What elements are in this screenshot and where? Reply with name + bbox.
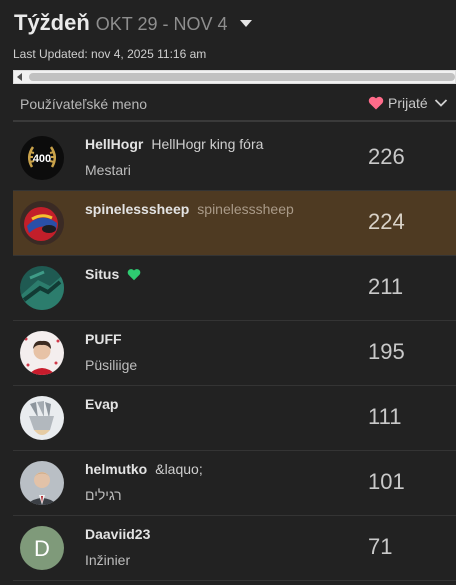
avatar[interactable] bbox=[20, 331, 64, 375]
table-row[interactable]: 400 HellHogr HellHogr king fóra Mestari 2… bbox=[13, 126, 456, 191]
column-received[interactable]: Prijaté bbox=[368, 95, 448, 111]
avatar[interactable] bbox=[20, 266, 64, 310]
avatar-letter: D bbox=[34, 536, 50, 561]
racing-helmet-icon bbox=[20, 201, 64, 245]
username-link[interactable]: Situs bbox=[85, 266, 141, 282]
username: HellHogr bbox=[85, 136, 144, 152]
column-username[interactable]: Používateľské meno bbox=[20, 96, 147, 112]
received-count: 111 bbox=[368, 404, 402, 429]
portrait-suit-icon bbox=[20, 461, 64, 505]
username-link[interactable]: Evap bbox=[85, 396, 118, 412]
green-heart-icon bbox=[127, 269, 141, 281]
armored-hand-icon bbox=[20, 396, 64, 440]
received-count: 211 bbox=[368, 274, 404, 299]
received-count: 226 bbox=[368, 144, 405, 169]
avatar[interactable] bbox=[20, 396, 64, 440]
username-link[interactable]: Daaviid23 bbox=[85, 526, 150, 542]
heart-icon bbox=[368, 96, 384, 110]
received-count: 224 bbox=[368, 209, 405, 234]
username: helmutko bbox=[85, 461, 148, 477]
table-row[interactable]: helmutko &laquo; רגילים 101 bbox=[13, 451, 456, 516]
user-rank: רגילים bbox=[85, 487, 122, 503]
username-link[interactable]: HellHogr HellHogr king fóra bbox=[85, 136, 263, 152]
table-header: Používateľské meno Prijaté bbox=[13, 88, 456, 122]
chevron-down-icon[interactable] bbox=[434, 98, 448, 108]
date-range: OKT 29 - NOV 4 bbox=[95, 14, 228, 34]
portrait-red-jacket-icon bbox=[20, 331, 64, 375]
username-link[interactable]: PUFF bbox=[85, 331, 122, 347]
avatar[interactable]: 400 bbox=[20, 136, 64, 180]
user-title: spinelesssheep bbox=[197, 201, 294, 217]
table-row[interactable]: PUFF Püsiliige 195 bbox=[13, 321, 456, 386]
scroll-left-arrow-icon[interactable] bbox=[17, 73, 22, 81]
username-link[interactable]: helmutko &laquo; bbox=[85, 461, 203, 477]
column-received-label: Prijaté bbox=[388, 95, 428, 111]
laurel-400-badge-icon: 400 bbox=[20, 136, 64, 180]
avatar[interactable] bbox=[20, 201, 64, 245]
table-row[interactable]: D Daaviid23 Inžinier 71 bbox=[13, 516, 456, 581]
user-rank: Mestari bbox=[85, 162, 131, 178]
username: Situs bbox=[85, 266, 120, 282]
username: Evap bbox=[85, 396, 119, 412]
username: spinelesssheep bbox=[85, 201, 190, 217]
avatar[interactable] bbox=[20, 461, 64, 505]
received-count: 195 bbox=[368, 339, 405, 364]
user-title: HellHogr king fóra bbox=[151, 136, 264, 152]
username: Daaviid23 bbox=[85, 526, 151, 542]
leaderboard-header: Týždeň OKT 29 - NOV 4 bbox=[14, 10, 252, 40]
table-row[interactable]: spinelesssheep spinelesssheep 224 bbox=[13, 191, 456, 256]
table-row[interactable]: Evap 111 bbox=[13, 386, 456, 451]
avatar[interactable]: D bbox=[20, 526, 64, 570]
leaderboard-table: 400 HellHogr HellHogr king fóra Mestari 2… bbox=[13, 126, 456, 581]
username: PUFF bbox=[85, 331, 122, 347]
table-row[interactable]: Situs 211 bbox=[13, 256, 456, 321]
green-abstract-icon bbox=[20, 266, 64, 310]
user-title: &laquo; bbox=[155, 461, 203, 477]
user-rank: Inžinier bbox=[85, 552, 131, 568]
horizontal-scrollbar[interactable] bbox=[13, 70, 456, 84]
username-link[interactable]: spinelesssheep spinelesssheep bbox=[85, 201, 294, 217]
svg-text:400: 400 bbox=[33, 153, 51, 165]
letter-avatar-icon: D bbox=[20, 526, 64, 570]
received-count: 101 bbox=[368, 469, 405, 494]
period-dropdown-caret-icon[interactable] bbox=[239, 20, 252, 27]
user-rank: Püsiliige bbox=[85, 357, 138, 373]
last-updated: Last Updated: nov 4, 2025 11:16 am bbox=[13, 47, 207, 61]
scrollbar-thumb[interactable] bbox=[29, 73, 455, 81]
period-title: Týždeň bbox=[14, 10, 90, 35]
received-count: 71 bbox=[368, 534, 393, 559]
